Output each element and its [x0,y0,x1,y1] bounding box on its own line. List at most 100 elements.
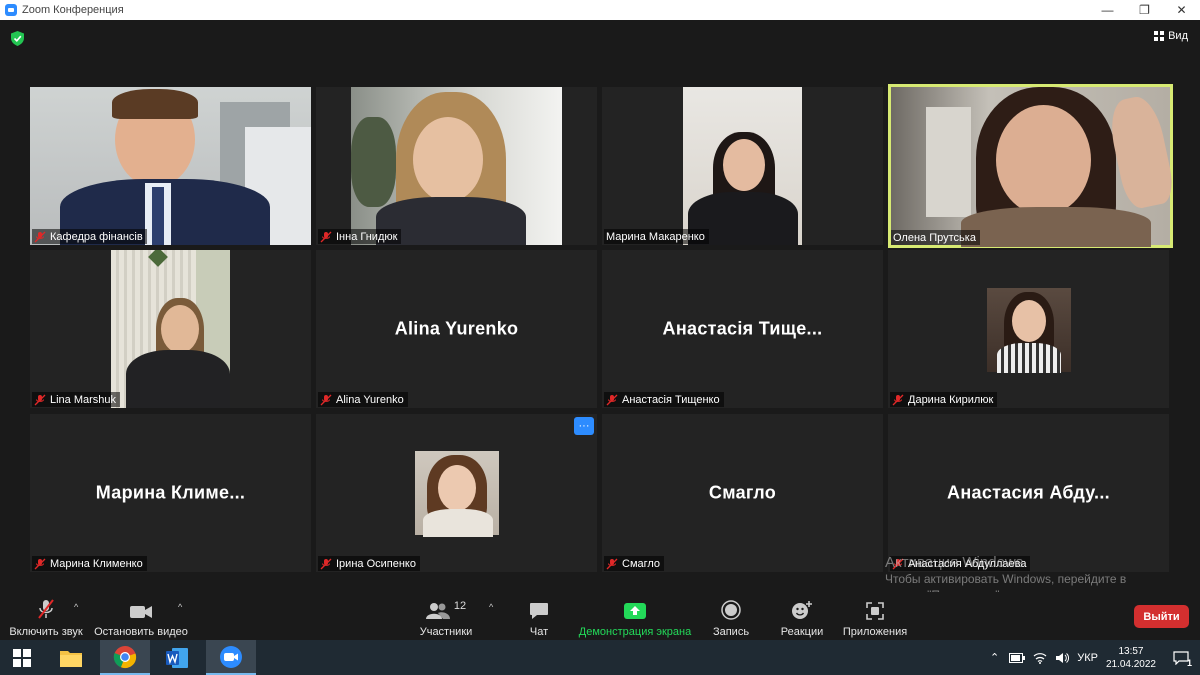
mic-muted-icon [34,558,46,569]
security-shield-icon[interactable] [11,31,24,46]
audio-options-caret[interactable]: ^ [74,602,78,612]
watermark-line-2: Чтобы активировать Windows, перейдите в [885,572,1127,586]
tray-expand-button[interactable]: ⌃ [990,651,999,664]
notification-count: 1 [1186,658,1192,668]
notifications-button[interactable]: 1 [1168,640,1194,675]
zoom-logo-icon [5,4,17,16]
chat-button[interactable]: Чат [524,598,554,638]
language-indicator[interactable]: УКР [1077,652,1098,664]
taskbar-word[interactable] [152,640,202,675]
video-options-caret[interactable]: ^ [178,602,182,612]
participant-name-label: Alina Yurenko [318,392,408,407]
participant-tile-kafedra[interactable]: Кафедра фінансів [30,87,311,245]
maximize-button[interactable]: ❐ [1126,0,1163,20]
view-button[interactable]: Вид [1154,30,1188,42]
battery-icon[interactable] [1009,652,1026,663]
mic-muted-icon [606,394,618,405]
meeting-area: Вид Кафедра фінансів Інна Гнидюк Марина … [0,20,1200,592]
participant-tile-smahlo[interactable]: Смагло Смагло [602,414,883,572]
clock-time: 13:57 [1118,645,1144,657]
window-title: Zoom Конференция [22,4,124,16]
folder-icon [60,650,82,667]
participant-tile-inna[interactable]: Інна Гнидюк [316,87,597,245]
participants-icon [425,603,450,619]
taskbar-file-explorer[interactable] [46,640,96,675]
minimize-button[interactable]: — [1089,0,1126,20]
chrome-icon [113,645,137,668]
leave-meeting-button[interactable]: Выйти [1134,605,1189,628]
share-screen-label: Демонстрация экрана [578,626,692,638]
participant-tile-iryna-osypenko[interactable]: ··· Ірина Осипенко [316,414,597,572]
meeting-toolbar: Включить звук ^ Остановить видео ^ 12 Уч… [0,592,1200,640]
volume-icon[interactable] [1055,652,1070,664]
participant-name-label: Кафедра фінансів [32,229,147,244]
participant-tile-anastasiia-abdullaeva[interactable]: Анастасия Абду... Анастасия Абдуллаева [888,414,1169,572]
participant-name: Кафедра фінансів [50,230,143,243]
participant-tile-olena-prutska[interactable]: Олена Прутська [888,84,1173,248]
mic-muted-icon [34,394,46,405]
participant-name-label: Марина Макаренко [604,229,709,244]
participant-tile-daryna-kyryliuk[interactable]: Дарина Кирилюк [888,250,1169,408]
mic-muted-icon [320,231,332,242]
unmute-button[interactable]: Включить звук [8,598,84,638]
participant-avatar-photo [987,288,1071,373]
participant-name-label: Lina Marshuk [32,392,121,407]
reactions-button[interactable]: Реакции [780,598,824,638]
unmute-label: Включить звук [9,626,83,638]
record-icon [721,600,741,620]
participants-options-caret[interactable]: ^ [489,602,493,612]
system-tray: ⌃ УКР 13:57 21.04.2022 1 [990,640,1200,675]
participant-tile-maryna-klymenko[interactable]: Марина Климе... Марина Клименко [30,414,311,572]
participant-name-label: Дарина Кирилюк [890,392,998,407]
apps-button[interactable]: Приложения [842,598,908,638]
participant-name: Марина Клименко [50,557,143,570]
view-label: Вид [1168,30,1188,42]
taskbar-zoom[interactable] [206,640,256,675]
window-controls: — ❐ ✕ [1089,0,1200,20]
participants-button[interactable]: 12 Участники [418,598,474,638]
watermark-line-1: Активация Windows [885,554,1024,571]
apps-icon [866,602,884,620]
participants-label: Участники [419,626,473,638]
mic-muted-icon [34,231,46,242]
participant-name-label: Марина Клименко [32,556,147,571]
participant-tile-lina-marshuk[interactable]: Lina Marshuk [30,250,311,408]
participant-avatar-photo [415,451,499,537]
close-button[interactable]: ✕ [1163,0,1200,20]
start-button[interactable] [0,640,44,675]
participant-video [891,87,1173,247]
participant-tile-anastasiia-tyshchenko[interactable]: Анастасія Тище... Анастасія Тищенко [602,250,883,408]
wifi-icon[interactable] [1033,652,1047,664]
mic-muted-icon [892,394,904,405]
participants-count: 12 [453,600,467,612]
clock[interactable]: 13:57 21.04.2022 [1106,645,1156,671]
participant-tile-maryna-makarenko[interactable]: Марина Макаренко [602,87,883,245]
participant-name-label: Інна Гнидюк [318,229,402,244]
participant-video [111,250,230,408]
chat-icon [530,603,548,619]
participant-name: Інна Гнидюк [336,230,398,243]
record-button[interactable]: Запись [711,598,751,638]
participant-video [351,87,562,245]
participant-name-label: Смагло [604,556,665,571]
word-icon [166,647,188,668]
participant-display-name: Марина Климе... [95,482,246,503]
participant-name-label: Ірина Осипенко [318,556,420,571]
mic-muted-icon [606,558,618,569]
zoom-app-icon [220,645,242,668]
apps-label: Приложения [842,626,908,638]
stop-video-label: Остановить видео [94,626,188,638]
participant-name-label: Анастасія Тищенко [604,392,724,407]
taskbar-chrome[interactable] [100,640,150,675]
participant-display-name: Смагло [708,482,777,503]
participant-video [30,87,311,245]
participant-display-name: Alina Yurenko [394,318,519,339]
participant-tile-alina-yurenko[interactable]: Alina Yurenko Alina Yurenko [316,250,597,408]
participant-video [683,87,802,245]
mic-muted-icon [320,394,332,405]
more-options-button[interactable]: ··· [574,417,594,435]
participant-name: Анастасія Тищенко [622,393,720,406]
participant-name: Олена Прутська [893,231,976,244]
share-screen-button[interactable]: Демонстрация экрана [579,598,691,638]
stop-video-button[interactable]: Остановить видео [94,598,188,638]
